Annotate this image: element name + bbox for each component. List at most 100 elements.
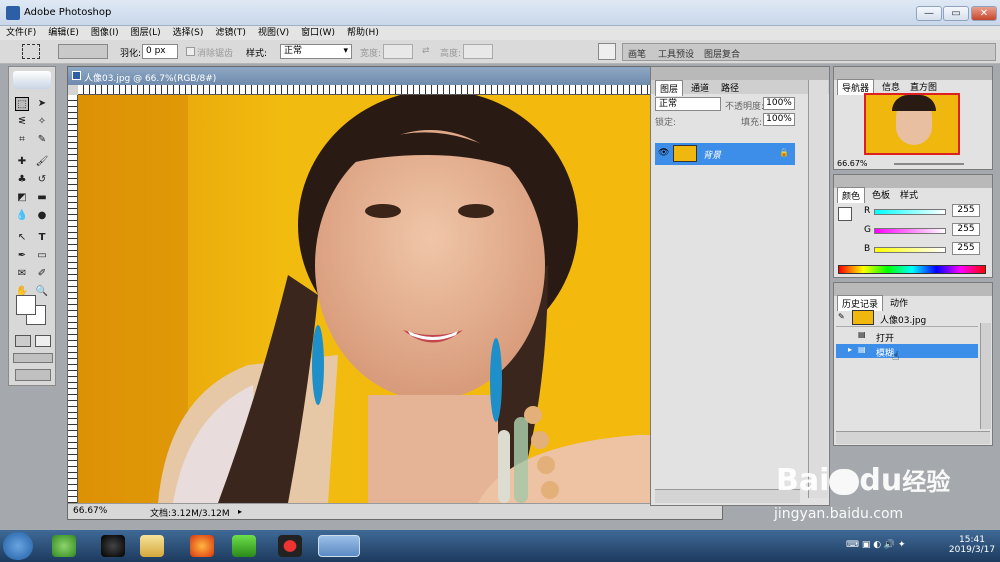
navigator-zoom-slider[interactable] — [894, 163, 964, 165]
history-footer-icons[interactable] — [836, 431, 990, 444]
canvas-photo[interactable] — [78, 95, 652, 503]
zoom-tool-icon[interactable]: 🔍 — [35, 285, 49, 299]
tab-paths[interactable]: 路径 — [717, 80, 743, 95]
tab-info[interactable]: 信息 — [878, 79, 904, 94]
dodge-tool-icon[interactable]: ● — [35, 209, 49, 223]
menu-view[interactable]: 视图(V) — [252, 26, 295, 40]
swap-icon[interactable]: ⇄ — [422, 46, 430, 56]
qq-icon[interactable] — [101, 535, 125, 557]
file-browser-icon[interactable] — [598, 43, 616, 60]
marquee-tool-icon[interactable]: ⬚ — [15, 97, 29, 111]
style-select[interactable]: 正常 ▾ — [280, 44, 352, 59]
pen-tool-icon[interactable]: ✒ — [15, 249, 29, 263]
well-tab-layer-comps[interactable]: 图层复合 — [704, 47, 740, 60]
menu-image[interactable]: 图像(I) — [85, 26, 125, 40]
g-value[interactable]: 255 — [952, 223, 980, 236]
history-brush-icon[interactable]: ↺ — [35, 173, 49, 187]
slice-tool-icon[interactable]: ✎ — [35, 133, 49, 147]
blend-mode-select[interactable]: 正常 — [655, 97, 721, 111]
quickmask-mode-icon[interactable] — [35, 335, 51, 347]
crop-tool-icon[interactable]: ⌗ — [15, 133, 29, 147]
minimize-button[interactable]: — — [916, 6, 942, 21]
r-label: R — [864, 206, 871, 216]
close-button[interactable]: ✕ — [971, 6, 997, 21]
navigator-zoom[interactable]: 66.67% — [837, 159, 868, 168]
standard-mode-icon[interactable] — [15, 335, 31, 347]
g-slider[interactable] — [874, 228, 946, 234]
feather-input[interactable]: 0 px — [142, 44, 178, 59]
history-scrollbar[interactable] — [980, 323, 991, 429]
magic-wand-icon[interactable]: ✧ — [35, 115, 49, 129]
paw-icon — [829, 468, 860, 495]
shape-tool-icon[interactable]: ▭ — [35, 249, 49, 263]
type-tool-icon[interactable]: T — [35, 231, 49, 245]
b-value[interactable]: 255 — [952, 242, 980, 255]
tab-histogram[interactable]: 直方图 — [906, 79, 941, 94]
menu-edit[interactable]: 编辑(E) — [42, 26, 85, 40]
antialias-checkbox[interactable] — [186, 47, 195, 56]
screen-mode-icons[interactable] — [13, 353, 53, 363]
clock[interactable]: 15:41 2019/3/17 — [946, 535, 998, 555]
menu-help[interactable]: 帮助(H) — [341, 26, 385, 40]
tab-color[interactable]: 颜色 — [837, 187, 866, 203]
history-brush-source-icon[interactable]: ✎ — [838, 312, 845, 321]
healing-brush-icon[interactable]: ✚ — [15, 155, 29, 169]
color-spectrum-ramp[interactable] — [838, 265, 986, 274]
layers-scrollbar[interactable] — [808, 80, 828, 498]
menu-file[interactable]: 文件(F) — [0, 26, 42, 40]
start-button[interactable] — [3, 532, 33, 560]
tab-layers[interactable]: 图层 — [655, 80, 684, 96]
opacity-input[interactable]: 100% — [763, 97, 795, 110]
navigator-thumbnail[interactable] — [864, 93, 960, 155]
width-input[interactable] — [383, 44, 413, 59]
clone-stamp-icon[interactable]: ♣ — [15, 173, 29, 187]
zoom-level[interactable]: 66.67% — [73, 506, 107, 516]
notes-tool-icon[interactable]: ✉ — [15, 267, 29, 281]
well-tab-tool-presets[interactable]: 工具预设 — [658, 47, 694, 60]
eye-icon[interactable]: 👁 — [658, 148, 669, 158]
tab-swatches[interactable]: 色板 — [868, 187, 894, 202]
selection-mode-icons[interactable] — [58, 44, 108, 59]
marquee-preset-icon[interactable] — [22, 44, 40, 59]
r-value[interactable]: 255 — [952, 204, 980, 217]
b-slider[interactable] — [874, 247, 946, 253]
well-tab-brushes[interactable]: 画笔 — [628, 47, 646, 60]
eraser-tool-icon[interactable]: ◩ — [15, 191, 29, 205]
height-input[interactable] — [463, 44, 493, 59]
restore-button[interactable]: ▭ — [943, 6, 969, 21]
tab-styles[interactable]: 样式 — [896, 187, 922, 202]
app-360-icon[interactable] — [52, 535, 76, 557]
history-item-open[interactable]: ▤ 打开 — [836, 329, 978, 344]
tab-channels[interactable]: 通道 — [687, 80, 713, 95]
move-tool-icon[interactable]: ➤ — [35, 97, 49, 111]
fill-input[interactable]: 100% — [763, 113, 795, 126]
history-snapshot-row[interactable]: ✎ 人像03.jpg — [836, 309, 978, 327]
brush-tool-icon[interactable]: 🖌 — [35, 155, 49, 169]
menu-filter[interactable]: 滤镜(T) — [209, 26, 252, 40]
color-fg-swatch[interactable] — [838, 207, 852, 221]
layer-row[interactable]: 👁 背景 🔒 — [655, 143, 795, 165]
feather-label: 羽化: — [120, 49, 142, 59]
menu-layer[interactable]: 图层(L) — [125, 26, 167, 40]
blur-tool-icon[interactable]: 💧 — [15, 209, 29, 223]
media-player-icon[interactable] — [232, 535, 256, 557]
eyedropper-icon[interactable]: ✐ — [35, 267, 49, 281]
lasso-tool-icon[interactable]: ᓬ — [15, 115, 29, 129]
tab-actions[interactable]: 动作 — [886, 295, 912, 310]
r-slider[interactable] — [874, 209, 946, 215]
foreground-color-swatch[interactable] — [16, 295, 36, 315]
path-select-icon[interactable]: ↖ — [15, 231, 29, 245]
menu-select[interactable]: 选择(S) — [167, 26, 210, 40]
layers-tab-row: 图层 通道 路径 — [651, 80, 829, 96]
folder-icon[interactable] — [140, 535, 164, 557]
status-arrow-icon[interactable]: ▸ — [238, 507, 246, 516]
snapshot-thumbnail — [852, 310, 874, 325]
history-item-blur[interactable]: ▸ ▤ 模糊 — [836, 344, 978, 359]
firefox-icon[interactable] — [190, 535, 214, 557]
menu-window[interactable]: 窗口(W) — [295, 26, 341, 40]
jump-to-imageready-icon[interactable] — [15, 369, 51, 381]
gradient-tool-icon[interactable]: ▬ — [35, 191, 49, 205]
system-tray-icons[interactable]: ⌨ ▣ ◐ 🔊 ✦ — [846, 540, 936, 552]
photoshop-taskbar-icon[interactable] — [318, 535, 360, 557]
screen-recorder-icon[interactable] — [278, 535, 302, 557]
